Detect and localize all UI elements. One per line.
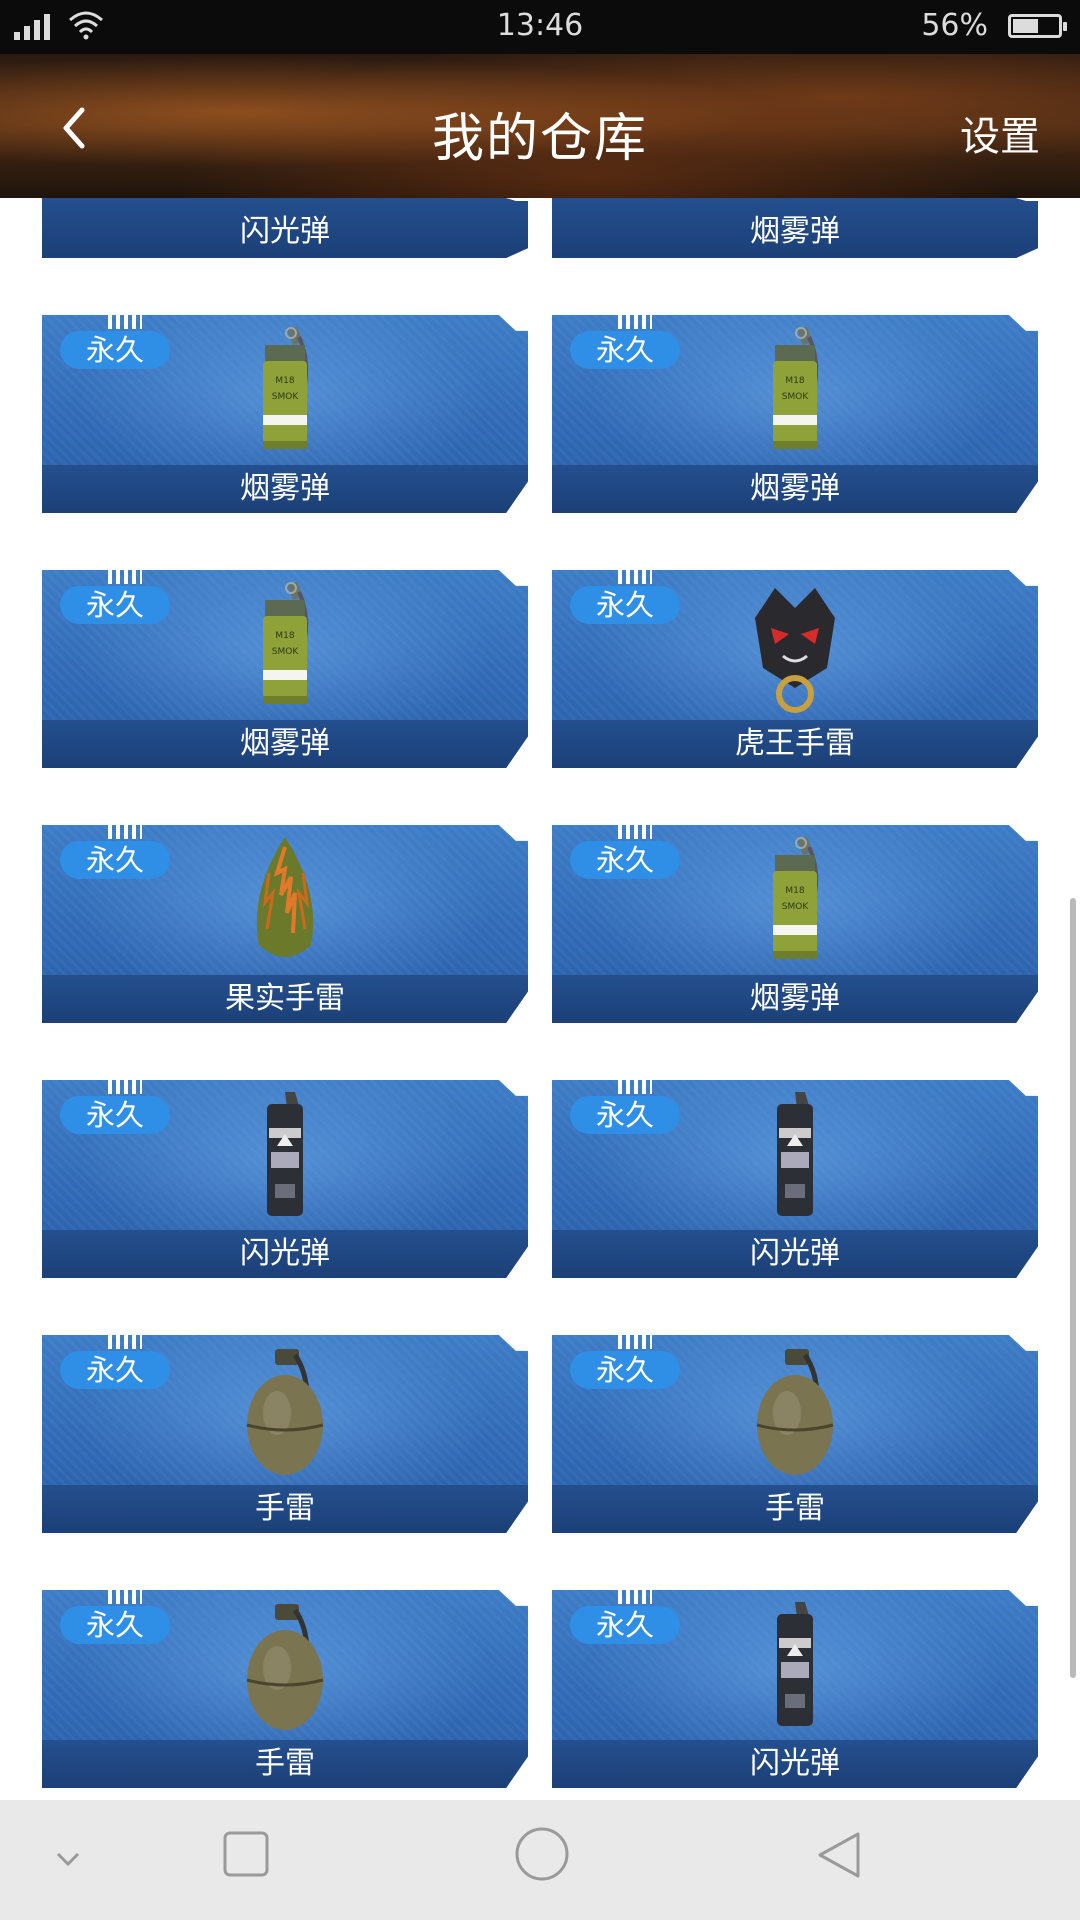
fruit-grenade-icon <box>225 833 345 973</box>
permanent-badge: 永久 <box>60 586 170 624</box>
item-card[interactable]: 永久手雷 <box>552 1335 1038 1533</box>
flashbang-icon <box>735 1088 855 1228</box>
permanent-badge: 永久 <box>570 841 680 879</box>
battery-level-fill <box>1013 19 1038 33</box>
permanent-badge: 永久 <box>570 1606 680 1644</box>
permanent-badge: 永久 <box>570 331 680 369</box>
item-name: 虎王手雷 <box>735 726 855 761</box>
card-tick-marks <box>108 1590 142 1604</box>
item-name: 手雷 <box>765 1491 825 1526</box>
smoke-grenade-icon: M18 SMOK <box>735 833 855 973</box>
flashbang-icon <box>225 1088 345 1228</box>
item-card[interactable]: M18 SMOK 永久烟雾弹 <box>42 570 528 768</box>
card-tick-marks <box>108 570 142 584</box>
scrollbar[interactable] <box>1070 898 1076 1678</box>
permanent-badge: 永久 <box>60 1096 170 1134</box>
item-name: 烟雾弹 <box>750 471 840 506</box>
recent-apps-icon[interactable] <box>222 1830 270 1878</box>
item-name: 烟雾弹 <box>240 471 330 506</box>
item-name: 闪光弹 <box>240 214 330 249</box>
card-tick-marks <box>618 1335 652 1349</box>
card-tick-marks <box>618 1590 652 1604</box>
card-tick-marks <box>618 315 652 329</box>
permanent-badge: 永久 <box>60 331 170 369</box>
item-card[interactable]: 闪光弹 <box>42 198 528 258</box>
smoke-grenade-icon: M18 SMOK <box>735 323 855 463</box>
item-name: 烟雾弹 <box>750 214 840 249</box>
permanent-badge: 永久 <box>60 1606 170 1644</box>
item-card[interactable]: 永久闪光弹 <box>552 1590 1038 1788</box>
item-name: 果实手雷 <box>225 981 345 1016</box>
tiger-king-grenade-icon <box>735 578 855 718</box>
system-nav-bar <box>0 1800 1080 1920</box>
svg-text:SMOK: SMOK <box>272 647 300 657</box>
item-card[interactable]: 永久闪光弹 <box>552 1080 1038 1278</box>
permanent-badge: 永久 <box>570 1351 680 1389</box>
item-name: 烟雾弹 <box>750 981 840 1016</box>
svg-text:SMOK: SMOK <box>272 392 300 402</box>
status-time: 13:46 <box>496 8 584 43</box>
item-name: 烟雾弹 <box>240 726 330 761</box>
item-card[interactable]: 永久手雷 <box>42 1335 528 1533</box>
card-tick-marks <box>108 315 142 329</box>
battery-icon <box>1008 14 1067 38</box>
settings-button[interactable]: 设置 <box>960 104 1040 162</box>
item-card[interactable]: M18 SMOK 永久烟雾弹 <box>552 825 1038 1023</box>
card-tick-marks <box>618 1080 652 1094</box>
permanent-badge: 永久 <box>60 1351 170 1389</box>
svg-text:M18: M18 <box>275 631 294 641</box>
home-icon[interactable] <box>514 1826 570 1882</box>
svg-text:M18: M18 <box>275 376 294 386</box>
page-title: 我的仓库 <box>431 109 648 169</box>
smoke-grenade-icon: M18 SMOK <box>225 323 345 463</box>
item-card[interactable]: 烟雾弹 <box>552 198 1038 258</box>
warehouse-grid: 闪光弹烟雾弹 M18 SMOK 永久烟雾弹 M18 SMOK 永久烟雾弹 <box>0 198 1080 1800</box>
item-card[interactable]: M18 SMOK 永久烟雾弹 <box>552 315 1038 513</box>
card-tick-marks <box>618 825 652 839</box>
item-name: 手雷 <box>255 1746 315 1781</box>
item-name: 闪光弹 <box>750 1236 840 1271</box>
permanent-badge: 永久 <box>570 1096 680 1134</box>
card-tick-marks <box>108 1080 142 1094</box>
permanent-badge: 永久 <box>570 586 680 624</box>
item-card[interactable]: 永久虎王手雷 <box>552 570 1038 768</box>
svg-text:M18: M18 <box>785 886 804 896</box>
back-nav-icon[interactable] <box>814 1830 864 1880</box>
item-card[interactable]: 永久果实手雷 <box>42 825 528 1023</box>
item-name: 闪光弹 <box>240 1236 330 1271</box>
item-card[interactable]: M18 SMOK 永久烟雾弹 <box>42 315 528 513</box>
permanent-badge: 永久 <box>60 841 170 879</box>
item-name: 闪光弹 <box>750 1746 840 1781</box>
collapse-chevron-icon[interactable] <box>50 1844 86 1874</box>
svg-text:M18: M18 <box>785 376 804 386</box>
card-tick-marks <box>108 1335 142 1349</box>
svg-text:SMOK: SMOK <box>782 902 810 912</box>
frag-grenade-icon <box>735 1343 855 1483</box>
frag-grenade-icon <box>225 1598 345 1738</box>
header-bar: 我的仓库 设置 <box>0 54 1080 198</box>
status-bar: 13:46 56% <box>0 0 1080 54</box>
item-name: 手雷 <box>255 1491 315 1526</box>
smoke-grenade-icon: M18 SMOK <box>225 578 345 718</box>
frag-grenade-icon <box>225 1343 345 1483</box>
battery-percent: 56% <box>921 8 988 43</box>
flashbang-icon <box>735 1598 855 1738</box>
card-tick-marks <box>618 570 652 584</box>
svg-text:SMOK: SMOK <box>782 392 810 402</box>
item-card[interactable]: 永久闪光弹 <box>42 1080 528 1278</box>
item-card[interactable]: 永久手雷 <box>42 1590 528 1788</box>
card-tick-marks <box>108 825 142 839</box>
